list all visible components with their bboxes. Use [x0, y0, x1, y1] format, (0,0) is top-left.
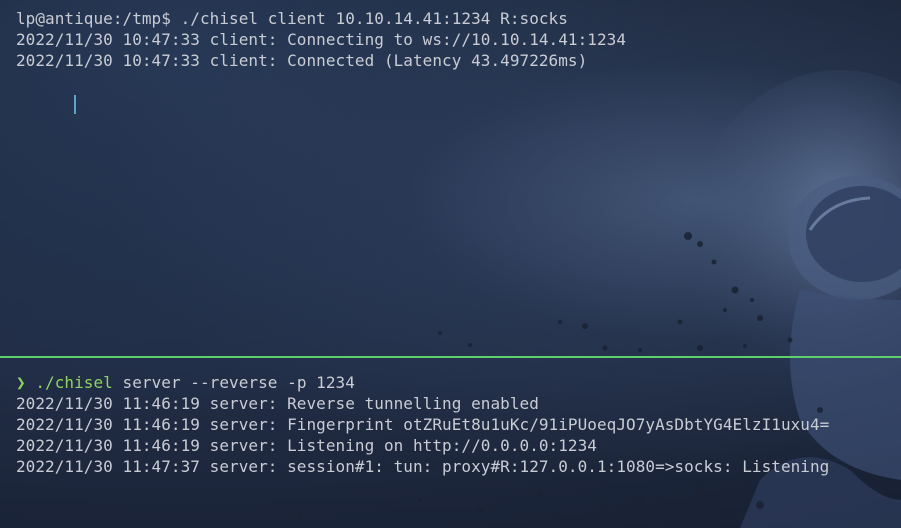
- bottom-output-line: 2022/11/30 11:46:19 server: Fingerprint …: [16, 415, 830, 434]
- bottom-prompt-line: ❯ ./chisel server --reverse -p 1234: [16, 372, 901, 393]
- bottom-terminal-pane[interactable]: ❯ ./chisel server --reverse -p 1234 2022…: [0, 372, 901, 528]
- top-prompt-line: lp@antique:/tmp$ ./chisel client 10.10.1…: [16, 9, 568, 28]
- terminal-window: lp@antique:/tmp$ ./chisel client 10.10.1…: [0, 0, 901, 528]
- bottom-output-line: 2022/11/30 11:46:19 server: Reverse tunn…: [16, 394, 539, 413]
- prompt-arrow-icon: ❯: [16, 373, 26, 392]
- bottom-output-line: 2022/11/30 11:47:37 server: session#1: t…: [16, 457, 830, 476]
- pane-divider[interactable]: [0, 356, 901, 358]
- cursor-line: [16, 71, 901, 114]
- text-cursor: [74, 94, 77, 114]
- top-terminal-pane[interactable]: lp@antique:/tmp$ ./chisel client 10.10.1…: [0, 8, 901, 353]
- command-args: server --reverse -p 1234: [122, 373, 355, 392]
- top-output-line: 2022/11/30 10:47:33 client: Connecting t…: [16, 30, 627, 49]
- command-name: ./chisel: [35, 373, 113, 392]
- top-output-line: 2022/11/30 10:47:33 client: Connected (L…: [16, 51, 588, 70]
- bottom-output-line: 2022/11/30 11:46:19 server: Listening on…: [16, 436, 597, 455]
